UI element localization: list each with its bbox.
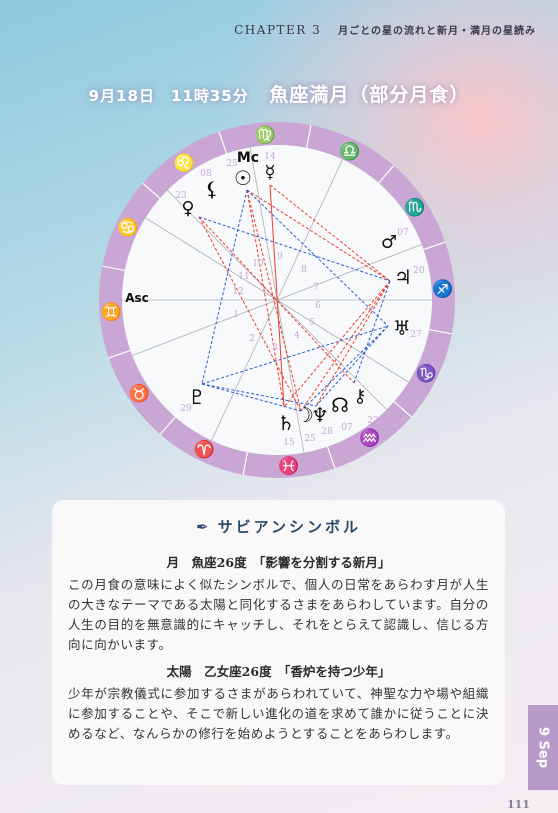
house-number-12: 12 (232, 287, 243, 297)
sabian-symbol-box: ✒ サビアンシンボル 月 魚座26度 「影響を分割する新月」 この月食の意味によく… (52, 500, 505, 785)
house-number-10: 10 (252, 259, 264, 269)
cusp-degree: 25 (226, 159, 238, 169)
planet-jupiter-glyph: ♃ (394, 265, 412, 289)
house-number-11: 11 (238, 272, 249, 282)
house-number-7: 7 (313, 283, 319, 293)
zodiac-sign-11: ♎ (339, 141, 360, 162)
cusp-degree: 08 (200, 169, 212, 179)
planet-mars-glyph: ♂ (381, 232, 397, 253)
zodiac-sign-9: ♐ (432, 278, 453, 299)
cusp-degree: 29 (180, 404, 192, 414)
sabian-heading-text: サビアンシンボル (217, 518, 361, 536)
moon-symbol-title: 月 魚座26度 「影響を分割する新月」 (166, 555, 391, 570)
house-number-5: 5 (309, 318, 315, 328)
planet-asc-glyph: Asc (125, 291, 149, 305)
house-number-4: 4 (294, 331, 300, 341)
zodiac-sign-10: ♏ (404, 197, 425, 218)
house-number-8: 8 (301, 265, 307, 275)
cusp-degree: 22 (367, 416, 378, 426)
zodiac-sign-5: ♈ (194, 439, 215, 460)
zodiac-sign-0: ♍ (255, 124, 276, 145)
sun-symbol-title: 太陽 乙女座26度 「香炉を持つ少年」 (166, 664, 391, 679)
house-number-2: 2 (249, 334, 255, 344)
cusp-degree: 28 (321, 427, 333, 437)
zodiac-sign-4: ♉ (129, 383, 150, 404)
zodiac-sign-3: ♊ (101, 302, 122, 323)
house-number-1: 1 (233, 310, 239, 320)
zodiac-sign-8: ♑ (416, 363, 437, 384)
horoscope-chart: ♍♌♋♊♉♈♓♒♑♐♏♎McAsc☉ ☿⚸♀♂♃♅⚷☊♆☽♄♇2514082307… (99, 122, 455, 478)
planet-saturn-glyph: ♄ (277, 411, 295, 435)
page-number: 111 (507, 798, 530, 811)
planet-node-glyph: ☊ (331, 393, 349, 417)
house-number-3: 3 (272, 343, 278, 353)
planet-moon-glyph: ☽ (296, 403, 314, 427)
zodiac-sign-6: ♓ (278, 456, 299, 477)
quill-icon: ✒ (196, 518, 212, 536)
zodiac-sign-7: ♒ (359, 428, 380, 449)
cusp-degree: 27 (410, 330, 422, 340)
cusp-degree: 07 (397, 228, 409, 238)
planet-venus-glyph: ♀ (181, 198, 194, 219)
cusp-degree: 20 (413, 266, 425, 276)
zodiac-sign-2: ♋ (117, 217, 138, 238)
moon-symbol-text: この月食の意味によく似たシンボルで、個人の日常をあらわす月が人生の大きなテーマで… (68, 577, 489, 652)
planet-sun-glyph: ☉ (234, 166, 252, 190)
planet-mercury-glyph: ☿ (264, 162, 275, 183)
planet-mc-glyph: Mc (237, 150, 259, 166)
cusp-degree: 15 (283, 438, 295, 448)
cusp-degree: 07 (341, 423, 353, 433)
month-tab[interactable]: 9 Sep (528, 705, 558, 790)
cusp-degree: 25 (304, 434, 316, 444)
planet-chiron-glyph: ⚷ (353, 386, 366, 407)
zodiac-sign-1: ♌ (174, 152, 195, 173)
house-number-6: 6 (315, 301, 321, 311)
cusp-degree: 23 (175, 191, 187, 201)
planet-uranus-glyph: ♅ (393, 316, 411, 340)
sabian-heading: ✒ サビアンシンボル (52, 516, 505, 537)
planet-lilith-glyph: ⚸ (205, 177, 220, 201)
sun-symbol-text: 少年が宗教儀式に参加するさまがあらわれていて、神聖な力や場や組織に参加することや… (68, 686, 489, 741)
house-number-9: 9 (277, 252, 283, 262)
cusp-degree: 14 (264, 152, 276, 162)
